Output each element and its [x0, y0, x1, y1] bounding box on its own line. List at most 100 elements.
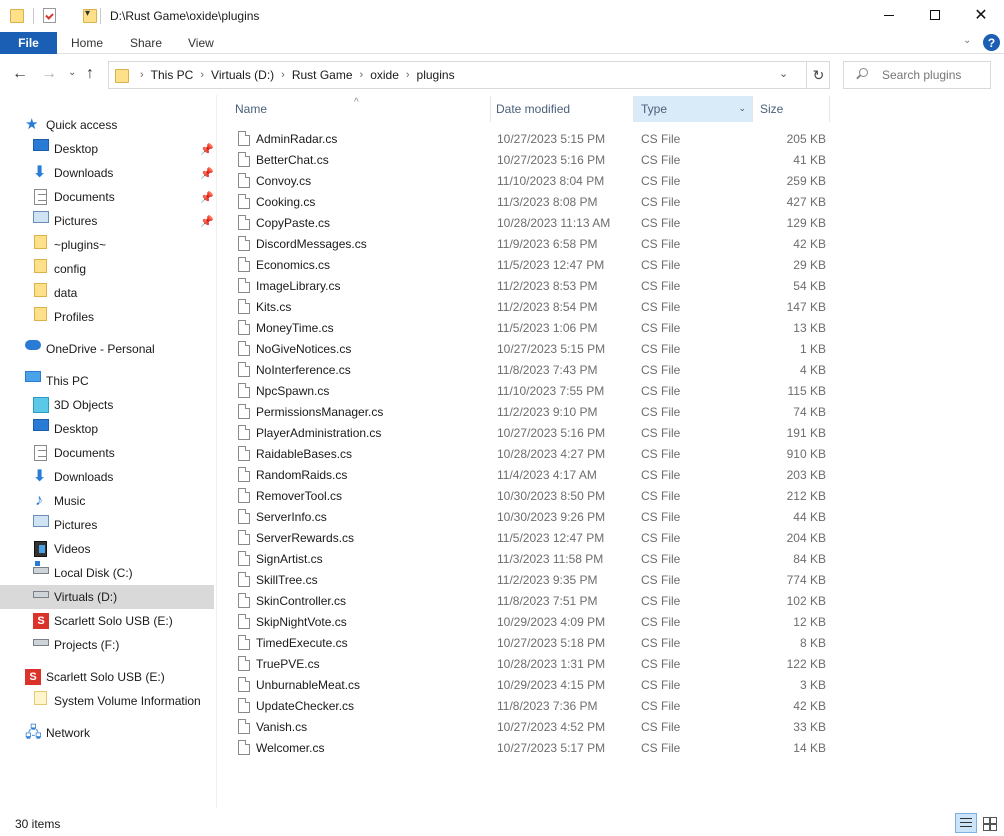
sidebar-item-virtuals-d[interactable]: Virtuals (D:)	[0, 585, 214, 609]
close-button[interactable]: ✕	[958, 0, 1004, 30]
quick-access-toolbar-dropdown-icon[interactable]: ▾	[85, 8, 90, 19]
properties-icon[interactable]	[43, 8, 56, 23]
file-name: AdminRadar.cs	[256, 132, 338, 146]
table-row[interactable]: TruePVE.cs 10/28/2023 1:31 PM CS File 122 K…	[228, 653, 834, 674]
search-box[interactable]	[843, 61, 991, 89]
table-row[interactable]: Kits.cs 11/2/2023 8:54 PM CS File 147 KB	[228, 296, 834, 317]
table-row[interactable]: UpdateChecker.cs 11/8/2023 7:36 PM CS File…	[228, 695, 834, 716]
file-size: 41 KB	[793, 153, 826, 167]
column-header-name[interactable]: Name	[235, 96, 490, 122]
sidebar-item-onedrive[interactable]: OneDrive - Personal	[0, 337, 214, 361]
table-row[interactable]: Welcomer.cs 10/27/2023 5:17 PM CS File 14 K…	[228, 737, 834, 758]
pane-divider[interactable]	[216, 95, 217, 808]
sidebar-item-pc-pictures[interactable]: Pictures	[0, 513, 214, 537]
table-row[interactable]: Cooking.cs 11/3/2023 8:08 PM CS File 427 KB	[228, 191, 834, 212]
breadcrumb-plugins[interactable]: plugins	[417, 68, 455, 82]
sidebar-item-pc-downloads[interactable]: ⬇ Downloads	[0, 465, 214, 489]
minimize-button[interactable]	[866, 0, 912, 30]
sidebar-item-projects-f[interactable]: Projects (F:)	[0, 633, 214, 657]
cs-file-icon	[238, 152, 250, 167]
table-row[interactable]: RemoverTool.cs 10/30/2023 8:50 PM CS File 2…	[228, 485, 834, 506]
file-rows: AdminRadar.cs 10/27/2023 5:15 PM CS File 20…	[228, 128, 834, 758]
breadcrumb-virtuals-d[interactable]: Virtuals (D:)	[211, 68, 274, 82]
sidebar-item-this-pc[interactable]: This PC	[0, 369, 214, 393]
table-row[interactable]: TimedExecute.cs 10/27/2023 5:18 PM CS File…	[228, 632, 834, 653]
breadcrumb-chevron-icon[interactable]: ›	[140, 69, 144, 81]
search-input[interactable]	[882, 68, 982, 82]
breadcrumb-chevron-icon[interactable]: ›	[200, 69, 204, 81]
address-bar[interactable]: › This PC › Virtuals (D:) › Rust Game › …	[108, 61, 830, 89]
expand-ribbon-icon[interactable]: ⌄	[963, 35, 971, 46]
breadcrumb-chevron-icon[interactable]: ›	[281, 69, 285, 81]
table-row[interactable]: NoGiveNotices.cs 10/27/2023 5:15 PM CS Fil…	[228, 338, 834, 359]
table-row[interactable]: BetterChat.cs 10/27/2023 5:16 PM CS File 41…	[228, 149, 834, 170]
table-row[interactable]: SkillTree.cs 11/2/2023 9:35 PM CS File 774 …	[228, 569, 834, 590]
table-row[interactable]: AdminRadar.cs 10/27/2023 5:15 PM CS File 20…	[228, 128, 834, 149]
table-row[interactable]: DiscordMessages.cs 11/9/2023 6:58 PM CS Fi…	[228, 233, 834, 254]
details-view-icon[interactable]	[955, 813, 977, 833]
sidebar-item-config[interactable]: config	[0, 257, 214, 281]
up-arrow-icon[interactable]: ↑	[86, 65, 94, 83]
breadcrumb-rust-game[interactable]: Rust Game	[292, 68, 353, 82]
sidebar-item-network[interactable]: 🖧 Network	[0, 721, 214, 745]
sidebar-item-scarlett-e[interactable]: S Scarlett Solo USB (E:)	[0, 609, 214, 633]
sidebar-item-documents[interactable]: Documents 📌	[0, 185, 214, 209]
maximize-button[interactable]	[912, 0, 958, 30]
table-row[interactable]: ServerRewards.cs 11/5/2023 12:47 PM CS Fil…	[228, 527, 834, 548]
column-header-date-modified[interactable]: Date modified	[490, 96, 632, 122]
back-arrow-icon[interactable]: ←	[12, 65, 28, 83]
forward-arrow-icon[interactable]: →	[41, 65, 57, 83]
sidebar-item-3d-objects[interactable]: 3D Objects	[0, 393, 214, 417]
sidebar-item-music[interactable]: ♪ Music	[0, 489, 214, 513]
column-header-label: Name	[235, 102, 268, 116]
table-row[interactable]: RaidableBases.cs 10/28/2023 4:27 PM CS Fil…	[228, 443, 834, 464]
table-row[interactable]: CopyPaste.cs 10/28/2023 11:13 AM CS File 12…	[228, 212, 834, 233]
sidebar-item-quick-access[interactable]: ★ Quick access	[0, 113, 214, 137]
sidebar-item-profiles[interactable]: Profiles	[0, 305, 214, 329]
sidebar-item-pc-desktop[interactable]: Desktop	[0, 417, 214, 441]
large-icons-view-icon[interactable]	[979, 813, 1001, 833]
column-header-type[interactable]: Type ⌄	[633, 96, 753, 122]
sidebar-item-videos[interactable]: Videos	[0, 537, 214, 561]
table-row[interactable]: UnburnableMeat.cs 10/29/2023 4:15 PM CS Fi…	[228, 674, 834, 695]
table-row[interactable]: Convoy.cs 11/10/2023 8:04 PM CS File 259 KB	[228, 170, 834, 191]
sidebar-item-data[interactable]: data	[0, 281, 214, 305]
tab-home[interactable]: Home	[71, 36, 103, 50]
sidebar-item-local-disk-c[interactable]: Local Disk (C:)	[0, 561, 214, 585]
sidebar-item-plugins-backup[interactable]: ~plugins~	[0, 233, 214, 257]
recent-locations-chevron-icon[interactable]: ⌄	[68, 67, 76, 78]
sidebar-item-pc-documents[interactable]: Documents	[0, 441, 214, 465]
table-row[interactable]: PermissionsManager.cs 11/2/2023 9:10 PM CS…	[228, 401, 834, 422]
address-history-dropdown-icon[interactable]: ⌄	[779, 67, 788, 80]
table-row[interactable]: ImageLibrary.cs 11/2/2023 8:53 PM CS File 5…	[228, 275, 834, 296]
table-row[interactable]: ServerInfo.cs 10/30/2023 9:26 PM CS File 44…	[228, 506, 834, 527]
help-icon[interactable]: ?	[983, 34, 1000, 51]
filter-dropdown-icon[interactable]: ⌄	[738, 103, 746, 114]
table-row[interactable]: SkipNightVote.cs 10/29/2023 4:09 PM CS Fil…	[228, 611, 834, 632]
sidebar-item-system-volume-information[interactable]: System Volume Information	[0, 689, 214, 713]
column-header-size[interactable]: Size	[754, 96, 830, 122]
table-row[interactable]: SignArtist.cs 11/3/2023 11:58 PM CS File 84…	[228, 548, 834, 569]
sidebar-item-desktop[interactable]: Desktop 📌	[0, 137, 214, 161]
table-row[interactable]: NpcSpawn.cs 11/10/2023 7:55 PM CS File 115 …	[228, 380, 834, 401]
file-tab[interactable]: File	[0, 32, 57, 54]
tab-view[interactable]: View	[188, 36, 214, 50]
sidebar-item-pictures[interactable]: Pictures 📌	[0, 209, 214, 233]
table-row[interactable]: Economics.cs 11/5/2023 12:47 PM CS File 29 …	[228, 254, 834, 275]
table-row[interactable]: NoInterference.cs 11/8/2023 7:43 PM CS Fil…	[228, 359, 834, 380]
breadcrumb-this-pc[interactable]: This PC	[151, 68, 194, 82]
file-name: NoInterference.cs	[256, 363, 351, 377]
table-row[interactable]: SkinController.cs 11/8/2023 7:51 PM CS Fil…	[228, 590, 834, 611]
refresh-icon[interactable]: ↻	[806, 62, 830, 88]
sidebar-item-scarlett-root[interactable]: S Scarlett Solo USB (E:)	[0, 665, 214, 689]
table-row[interactable]: Vanish.cs 10/27/2023 4:52 PM CS File 33 KB	[228, 716, 834, 737]
sidebar-item-downloads[interactable]: ⬇ Downloads 📌	[0, 161, 214, 185]
table-row[interactable]: MoneyTime.cs 11/5/2023 1:06 PM CS File 13 K…	[228, 317, 834, 338]
table-row[interactable]: PlayerAdministration.cs 10/27/2023 5:16 P…	[228, 422, 834, 443]
breadcrumb-chevron-icon[interactable]: ›	[360, 69, 364, 81]
table-row[interactable]: RandomRaids.cs 11/4/2023 4:17 AM CS File 20…	[228, 464, 834, 485]
file-size: 44 KB	[793, 510, 826, 524]
breadcrumb-oxide[interactable]: oxide	[370, 68, 399, 82]
breadcrumb-chevron-icon[interactable]: ›	[406, 69, 410, 81]
tab-share[interactable]: Share	[130, 36, 162, 50]
